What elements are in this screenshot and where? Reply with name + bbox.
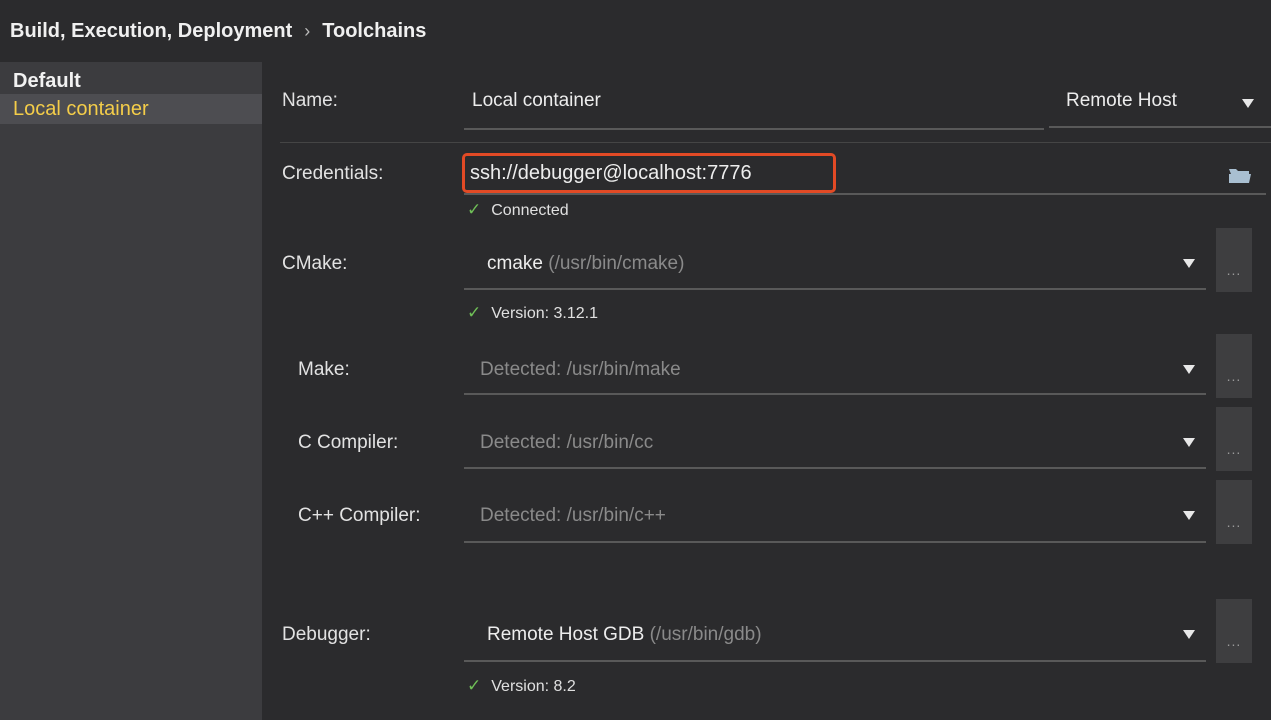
- check-icon: ✓: [467, 676, 482, 695]
- divider: [280, 142, 1271, 143]
- debugger-label: Debugger:: [282, 624, 371, 645]
- sidebar-item-local-container[interactable]: Local container: [0, 94, 262, 124]
- breadcrumb: Build, Execution, Deployment › Toolchains: [10, 20, 426, 43]
- cmake-status-text: Version: 3.12.1: [491, 305, 598, 322]
- toolchain-type-select[interactable]: Remote Host: [1049, 80, 1271, 128]
- debugger-browse-button[interactable]: ...: [1216, 599, 1252, 663]
- make-label: Make:: [298, 359, 350, 380]
- check-icon: ✓: [467, 303, 482, 322]
- breadcrumb-parent[interactable]: Build, Execution, Deployment: [10, 20, 292, 42]
- credentials-status: ✓ Connected: [467, 200, 569, 220]
- c-compiler-browse-button[interactable]: ...: [1216, 407, 1252, 471]
- make-underline: [464, 393, 1206, 395]
- toolchain-type-value: Remote Host: [1066, 90, 1177, 111]
- c-compiler-select[interactable]: Detected: /usr/bin/cc: [480, 432, 653, 454]
- toolchain-form: Name: Local container Remote Host Creden…: [262, 62, 1271, 720]
- credentials-underline: [464, 193, 1266, 195]
- toolchains-sidebar: Default Local container: [0, 62, 262, 720]
- c-compiler-underline: [464, 467, 1206, 469]
- make-browse-button[interactable]: ...: [1216, 334, 1252, 398]
- cmake-path: (/usr/bin/cmake): [548, 253, 685, 274]
- cmake-status: ✓ Version: 3.12.1: [467, 303, 598, 323]
- debugger-underline: [464, 660, 1206, 662]
- credentials-status-text: Connected: [491, 202, 569, 219]
- chevron-down-icon[interactable]: [1183, 438, 1195, 447]
- cmake-underline: [464, 288, 1206, 290]
- cmake-value: cmake: [487, 253, 543, 274]
- debugger-status-text: Version: 8.2: [491, 678, 576, 695]
- folder-open-icon[interactable]: [1228, 166, 1252, 184]
- make-select[interactable]: Detected: /usr/bin/make: [480, 359, 681, 381]
- debugger-path: (/usr/bin/gdb): [649, 624, 762, 645]
- credentials-input[interactable]: ssh://debugger@localhost:7776: [470, 162, 752, 185]
- debugger-select[interactable]: Remote Host GDB (/usr/bin/gdb): [487, 624, 762, 646]
- name-label: Name:: [282, 90, 338, 111]
- cpp-compiler-label: C++ Compiler:: [298, 505, 421, 526]
- chevron-down-icon[interactable]: [1183, 259, 1195, 268]
- chevron-down-icon[interactable]: [1183, 365, 1195, 374]
- header: Build, Execution, Deployment › Toolchains: [0, 0, 1271, 62]
- cpp-compiler-select[interactable]: Detected: /usr/bin/c++: [480, 505, 666, 527]
- cmake-label: CMake:: [282, 253, 348, 274]
- c-compiler-label: C Compiler:: [298, 432, 399, 453]
- breadcrumb-separator-icon: ›: [304, 21, 311, 41]
- toolchain-type-underline: [1049, 126, 1271, 128]
- name-input-underline: [464, 128, 1044, 130]
- sidebar-group-default[interactable]: Default: [0, 66, 262, 96]
- credentials-label: Credentials:: [282, 163, 384, 184]
- debugger-value: Remote Host GDB: [487, 624, 645, 645]
- cmake-select[interactable]: cmake (/usr/bin/cmake): [487, 253, 684, 275]
- cpp-compiler-underline: [464, 541, 1206, 543]
- check-icon: ✓: [467, 200, 482, 219]
- name-input[interactable]: Local container: [472, 90, 601, 112]
- breadcrumb-current: Toolchains: [322, 20, 427, 42]
- debugger-status: ✓ Version: 8.2: [467, 676, 576, 696]
- chevron-down-icon: [1242, 99, 1254, 108]
- chevron-down-icon[interactable]: [1183, 511, 1195, 520]
- chevron-down-icon[interactable]: [1183, 630, 1195, 639]
- cmake-browse-button[interactable]: ...: [1216, 228, 1252, 292]
- cpp-compiler-browse-button[interactable]: ...: [1216, 480, 1252, 544]
